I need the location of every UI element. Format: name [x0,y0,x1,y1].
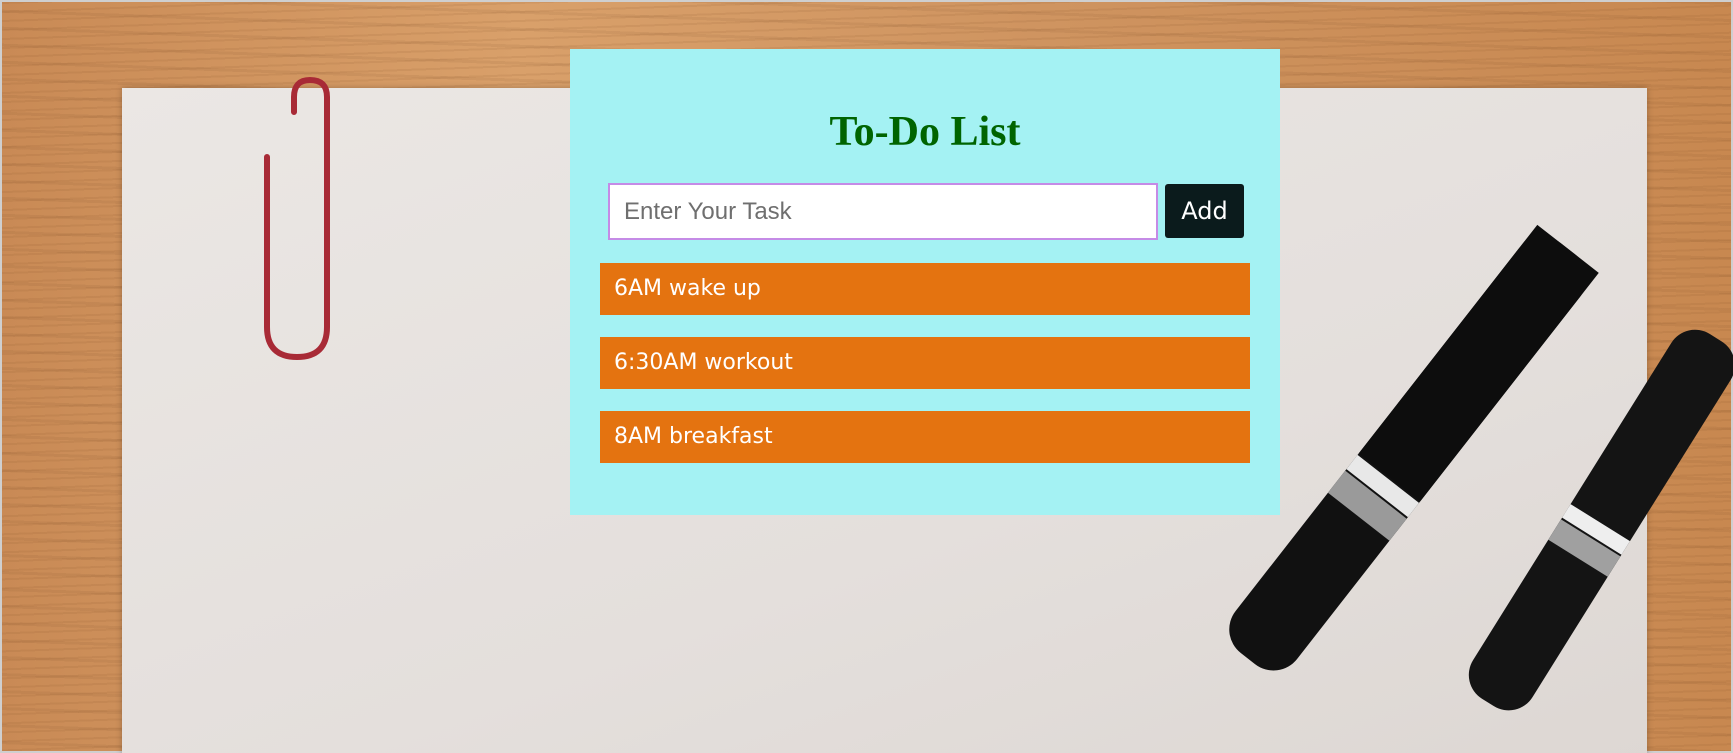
page-title: To-Do List [829,109,1021,155]
task-item[interactable]: 6AM wake up [600,263,1250,315]
todo-panel: To-Do List Add 6AM wake up 6:30AM workou… [570,49,1280,515]
task-item[interactable]: 6:30AM workout [600,337,1250,389]
task-item[interactable]: 8AM breakfast [600,411,1250,463]
task-list: 6AM wake up 6:30AM workout 8AM breakfast [600,263,1250,485]
add-button[interactable]: Add [1165,184,1244,238]
paperclip-icon [264,76,330,361]
task-input[interactable] [608,183,1158,240]
